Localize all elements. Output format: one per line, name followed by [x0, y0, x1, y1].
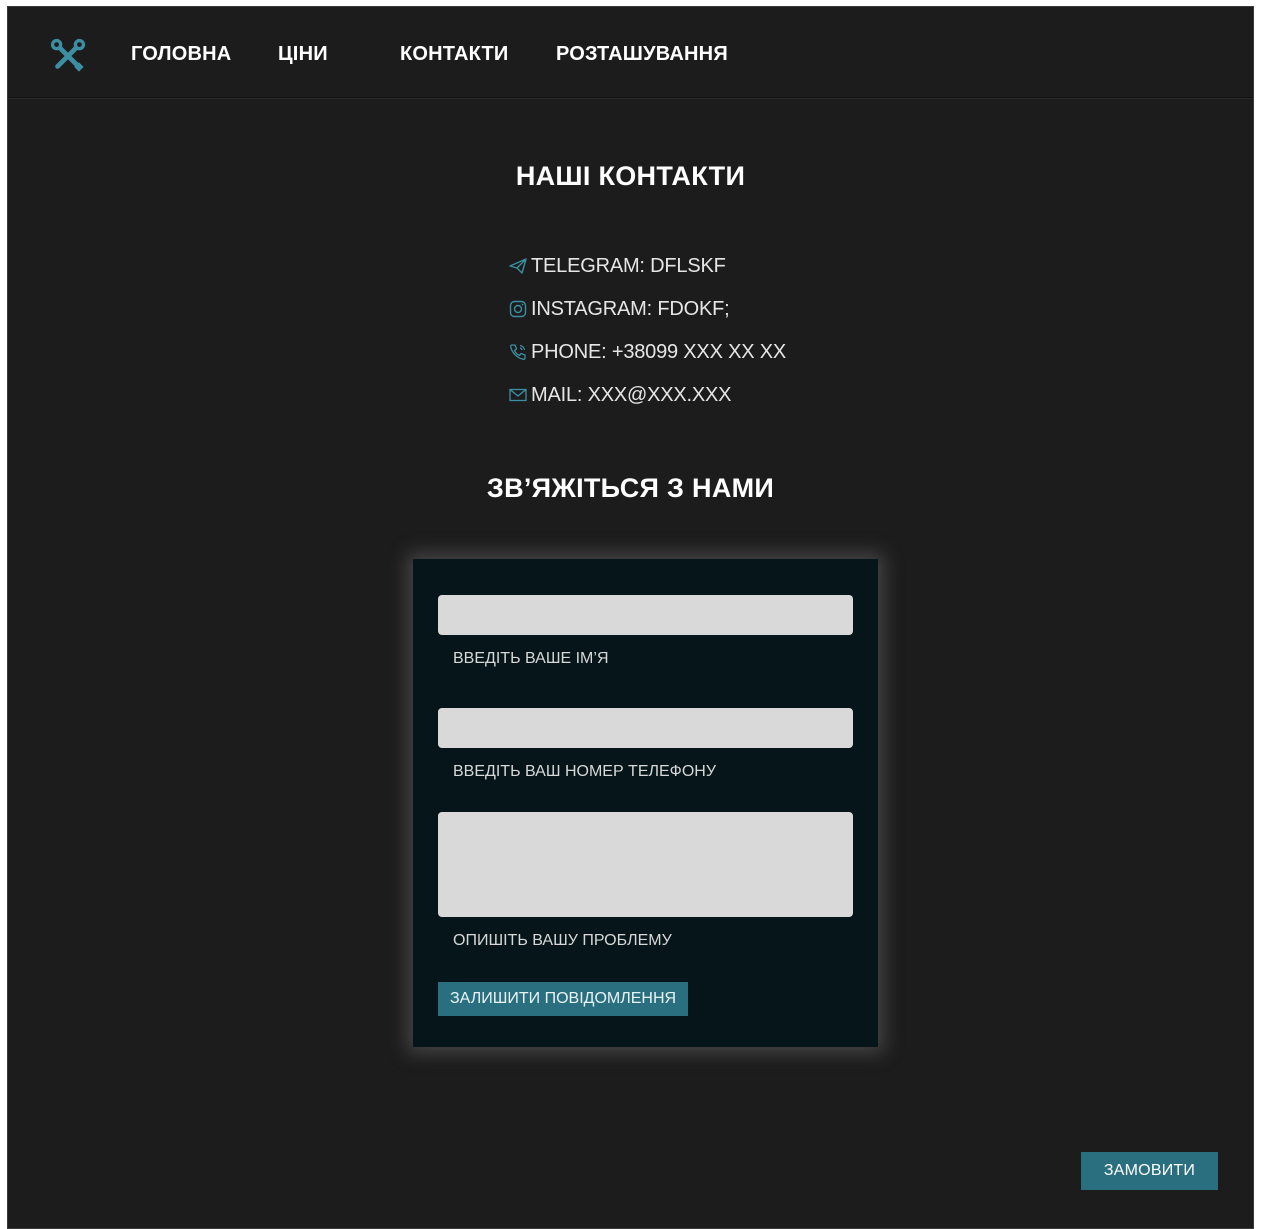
tools-icon[interactable]	[49, 37, 87, 75]
name-input[interactable]	[438, 595, 853, 635]
contact-phone-text: PHONE: +38099 XXX XX XX	[531, 340, 786, 363]
contact-form-title: ЗВ’ЯЖІТЬСЯ З НАМИ	[486, 473, 775, 503]
telegram-icon	[509, 258, 527, 274]
phone-input[interactable]	[438, 708, 853, 748]
problem-field-label: ОПИШІТЬ ВАШУ ПРОБЛЕМУ	[453, 932, 672, 949]
name-field-label: ВВЕДІТЬ ВАШЕ ІМ’Я	[453, 650, 609, 667]
phone-field-label: ВВЕДІТЬ ВАШ НОМЕР ТЕЛЕФОНУ	[453, 763, 716, 780]
submit-message-button[interactable]: ЗАЛИШИТИ ПОВІДОМЛЕННЯ	[438, 982, 689, 1016]
nav-link-prices[interactable]: ЦІНИ	[278, 43, 328, 66]
problem-textarea[interactable]	[438, 812, 853, 917]
top-navbar: ГОЛОВНА ЦІНИ КОНТАКТИ РОЗТАШУВАННЯ	[8, 7, 1253, 98]
contacts-title: НАШІ КОНТАКТИ	[515, 161, 746, 191]
page-frame: ГОЛОВНА ЦІНИ КОНТАКТИ РОЗТАШУВАННЯ НАШІ …	[7, 6, 1254, 1229]
contact-telegram-text: TELEGRAM: DFLSKF	[531, 254, 726, 277]
phone-icon	[510, 344, 526, 360]
contact-form: ВВЕДІТЬ ВАШЕ ІМ’Я ВВЕДІТЬ ВАШ НОМЕР ТЕЛЕ…	[413, 559, 878, 1047]
contact-telegram: TELEGRAM: DFLSKF	[508, 251, 726, 281]
mail-icon	[509, 388, 527, 402]
nav-link-location[interactable]: РОЗТАШУВАННЯ	[556, 43, 728, 66]
nav-link-contacts[interactable]: КОНТАКТИ	[400, 43, 509, 66]
contact-instagram-text: INSTAGRAM: FDOKF;	[531, 297, 730, 320]
nav-link-home[interactable]: ГОЛОВНА	[131, 43, 231, 66]
contact-mail-text: MAIL: XXX@XXX.XXX	[531, 383, 732, 406]
contact-instagram: INSTAGRAM: FDOKF;	[508, 294, 730, 324]
contact-mail: MAIL: XXX@XXX.XXX	[508, 380, 732, 410]
instagram-icon	[509, 300, 527, 318]
contact-phone: PHONE: +38099 XXX XX XX	[508, 337, 786, 367]
order-button[interactable]: ЗАМОВИТИ	[1081, 1152, 1218, 1190]
